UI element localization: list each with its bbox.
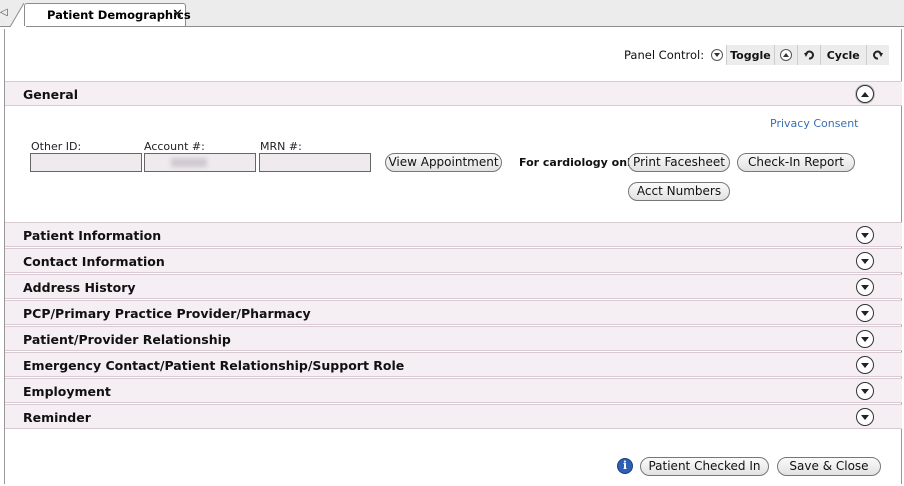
panel-control-label: Panel Control: [624, 48, 705, 62]
save-close-button[interactable]: Save & Close [777, 457, 881, 476]
redo-arrow-icon [872, 50, 883, 60]
other-id-label: Other ID: [31, 140, 82, 153]
chevron-down-circle-icon[interactable] [856, 226, 874, 244]
redacted-value [171, 158, 207, 167]
section-reminder[interactable]: Reminder [5, 404, 902, 429]
tab-close-icon[interactable]: ✕ [172, 7, 183, 22]
collapse-all-button[interactable] [708, 45, 726, 65]
chevron-up-circle-icon [779, 49, 792, 61]
section-address-history[interactable]: Address History [5, 274, 902, 299]
chevron-down-circle-icon[interactable] [856, 252, 874, 270]
chevron-down-circle-icon[interactable] [856, 278, 874, 296]
view-appointment-button[interactable]: View Appointment [385, 153, 502, 172]
section-patient-provider-relationship[interactable]: Patient/Provider Relationship [5, 326, 902, 351]
toggle-button[interactable]: Toggle [726, 45, 774, 65]
section-title: PCP/Primary Practice Provider/Pharmacy [23, 306, 311, 321]
print-facesheet-button[interactable]: Print Facesheet [628, 153, 730, 172]
tab-label: Patient Demographics [47, 8, 191, 22]
tab-patient-demographics[interactable]: Patient Demographics ✕ [24, 3, 191, 26]
patient-checked-in-button[interactable]: Patient Checked In [640, 457, 769, 476]
chevron-down-circle-icon [711, 49, 724, 61]
check-in-report-button[interactable]: Check-In Report [737, 153, 855, 172]
mrn-field[interactable] [259, 153, 371, 172]
section-title: Emergency Contact/Patient Relationship/S… [23, 358, 405, 373]
tab-strip: ◁ Patient Demographics ✕ [0, 0, 904, 27]
chevron-down-circle-icon[interactable] [856, 304, 874, 322]
chevron-down-circle-icon[interactable] [856, 382, 874, 400]
tab-scroll-left-icon[interactable]: ◁ [0, 6, 10, 20]
panel-control: Panel Control: Toggle Cycle [624, 45, 889, 65]
section-title: Reminder [23, 410, 91, 425]
cycle-button[interactable]: Cycle [819, 45, 866, 65]
chevron-down-circle-icon[interactable] [856, 330, 874, 348]
cardiology-only-label: For cardiology only: [519, 156, 643, 169]
account-number-label: Account #: [144, 140, 205, 153]
section-contact-information[interactable]: Contact Information [5, 248, 902, 273]
section-title: Patient Information [23, 228, 162, 243]
expand-all-button[interactable] [773, 45, 797, 65]
section-employment[interactable]: Employment [5, 378, 902, 403]
chevron-up-circle-icon[interactable] [856, 85, 874, 103]
section-title: Address History [23, 280, 136, 295]
info-icon[interactable]: i [617, 458, 633, 474]
section-pcp-practice-pharmacy[interactable]: PCP/Primary Practice Provider/Pharmacy [5, 300, 902, 325]
section-title: Contact Information [23, 254, 165, 269]
privacy-consent-link[interactable]: Privacy Consent [770, 117, 859, 130]
section-patient-information[interactable]: Patient Information [5, 222, 902, 247]
cycle-forward-button[interactable] [865, 45, 889, 65]
cycle-back-button[interactable] [796, 45, 820, 65]
section-title: Employment [23, 384, 111, 399]
chevron-down-circle-icon[interactable] [856, 356, 874, 374]
section-general[interactable]: General [5, 81, 902, 106]
account-number-field[interactable] [144, 153, 256, 172]
mrn-label: MRN #: [260, 140, 302, 153]
other-id-field[interactable] [30, 153, 142, 172]
acct-numbers-button[interactable]: Acct Numbers [628, 182, 730, 201]
undo-arrow-icon [803, 50, 814, 60]
chevron-down-circle-icon[interactable] [856, 408, 874, 426]
section-title: Patient/Provider Relationship [23, 332, 231, 347]
section-title: General [23, 87, 78, 102]
section-emergency-contact[interactable]: Emergency Contact/Patient Relationship/S… [5, 352, 902, 377]
